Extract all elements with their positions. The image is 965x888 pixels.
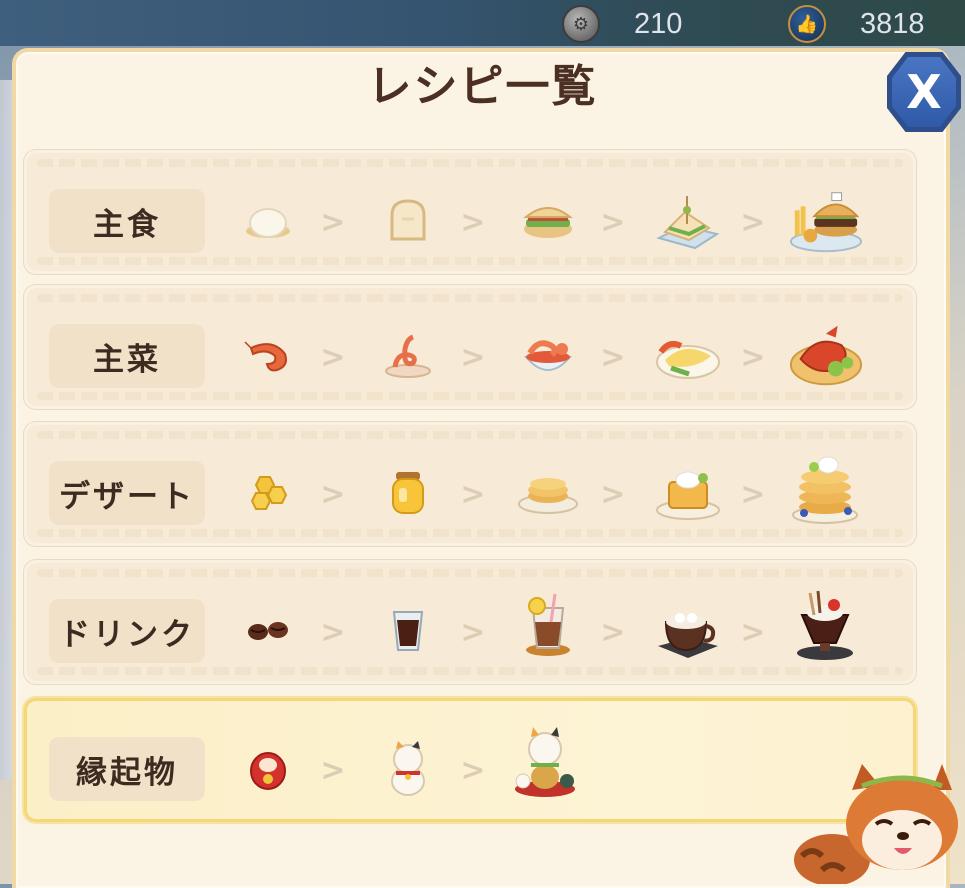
close-button[interactable]: X bbox=[887, 52, 961, 132]
burger-platter-icon[interactable] bbox=[787, 183, 863, 259]
coffee-beans-icon[interactable] bbox=[230, 593, 306, 669]
chevron-right-icon: > bbox=[740, 614, 766, 650]
daruma-icon[interactable] bbox=[230, 731, 306, 807]
club-sandwich-icon[interactable] bbox=[650, 183, 726, 259]
rice-bun-icon[interactable] bbox=[230, 183, 306, 259]
chevron-right-icon: > bbox=[320, 752, 346, 788]
chevron-right-icon: > bbox=[320, 476, 346, 512]
page-title: レシピ一覧 bbox=[367, 61, 598, 112]
pancake-plate-icon[interactable] bbox=[510, 455, 586, 531]
close-icon: X bbox=[906, 65, 942, 119]
lobster-platter-icon[interactable] bbox=[787, 318, 863, 394]
honey-jar-icon[interactable] bbox=[370, 455, 446, 531]
like-value: 3818 bbox=[860, 7, 925, 40]
row-border-pattern bbox=[37, 392, 903, 400]
coin-value: 210 bbox=[634, 7, 683, 40]
like-counter: 👍 3818 bbox=[788, 5, 925, 43]
honey-toast-icon[interactable] bbox=[650, 455, 726, 531]
thumbs-up-icon: 👍 bbox=[788, 5, 826, 43]
pancake-stack-icon[interactable] bbox=[787, 449, 863, 525]
row-border-pattern bbox=[37, 257, 903, 265]
close-button-face: X bbox=[892, 57, 956, 127]
chevron-right-icon: > bbox=[740, 339, 766, 375]
chevron-right-icon: > bbox=[740, 204, 766, 240]
category-label: ドリンク bbox=[49, 599, 205, 663]
row-border-pattern bbox=[37, 529, 903, 537]
omelette-plate-icon[interactable] bbox=[650, 318, 726, 394]
category-row-main-dish: 主菜 > > > > bbox=[24, 285, 916, 409]
chevron-right-icon: > bbox=[600, 339, 626, 375]
iced-coffee-icon[interactable] bbox=[370, 593, 446, 669]
honeycomb-icon[interactable] bbox=[230, 455, 306, 531]
iced-coffee-lemon-icon[interactable] bbox=[510, 587, 586, 663]
chevron-right-icon: > bbox=[600, 204, 626, 240]
coin-counter: ⚙ 210 bbox=[562, 5, 683, 43]
cat-latte-icon[interactable] bbox=[650, 593, 726, 669]
sandwich-burger-icon[interactable] bbox=[510, 183, 586, 259]
chevron-right-icon: > bbox=[740, 476, 766, 512]
chevron-right-icon: > bbox=[320, 339, 346, 375]
currency-bar: ⚙ 210 👍 3818 bbox=[0, 0, 965, 46]
maneki-neko-deluxe-icon[interactable] bbox=[507, 723, 583, 799]
row-border-pattern bbox=[37, 431, 903, 439]
coin-icon: ⚙ bbox=[562, 5, 600, 43]
category-label: 主食 bbox=[49, 189, 205, 253]
chevron-right-icon: > bbox=[320, 614, 346, 650]
row-border-pattern bbox=[37, 569, 903, 577]
maneki-neko-icon[interactable] bbox=[370, 731, 446, 807]
category-label: 主菜 bbox=[49, 324, 205, 388]
chevron-right-icon: > bbox=[460, 339, 486, 375]
chocolate-parfait-icon[interactable] bbox=[787, 587, 863, 663]
category-row-lucky-charm: 縁起物 > > bbox=[24, 698, 916, 822]
row-border-pattern bbox=[37, 294, 903, 302]
category-row-dessert: デザート > > > > bbox=[24, 422, 916, 546]
shrimp-swirl-icon[interactable] bbox=[370, 318, 446, 394]
row-border-pattern bbox=[37, 159, 903, 167]
shrimp-bowl-icon[interactable] bbox=[510, 318, 586, 394]
category-label: デザート bbox=[49, 461, 205, 525]
shrimp-icon[interactable] bbox=[230, 318, 306, 394]
chevron-right-icon: > bbox=[600, 476, 626, 512]
category-row-staple: 主食 > > > > bbox=[24, 150, 916, 274]
chevron-right-icon: > bbox=[460, 476, 486, 512]
chevron-right-icon: > bbox=[460, 752, 486, 788]
category-row-drink: ドリンク > > > > bbox=[24, 560, 916, 684]
bread-slice-icon[interactable] bbox=[370, 183, 446, 259]
chevron-right-icon: > bbox=[320, 204, 346, 240]
chevron-right-icon: > bbox=[600, 614, 626, 650]
category-label: 縁起物 bbox=[49, 737, 205, 801]
row-border-pattern bbox=[37, 667, 903, 675]
red-panda-mascot bbox=[792, 760, 965, 886]
chevron-right-icon: > bbox=[460, 614, 486, 650]
chevron-right-icon: > bbox=[460, 204, 486, 240]
